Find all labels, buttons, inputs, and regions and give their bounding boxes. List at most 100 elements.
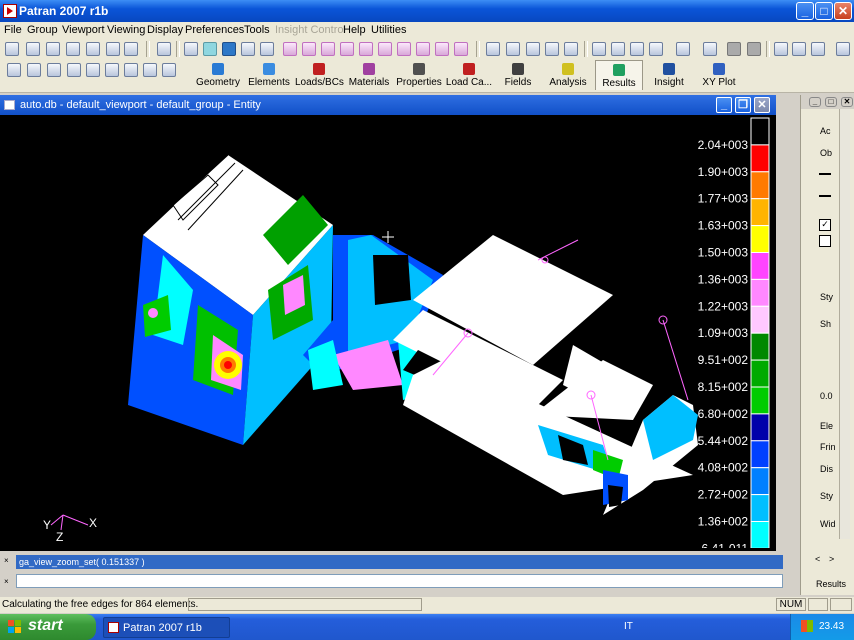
app-results[interactable]: Results: [595, 60, 643, 90]
rectangle-select-icon[interactable]: [792, 42, 806, 56]
shade-label: Sh: [820, 319, 832, 329]
panel-close-button[interactable]: ✕: [841, 97, 853, 107]
menu-help[interactable]: Help: [343, 24, 366, 36]
legend-label: 9.51+002: [698, 353, 749, 367]
home-view-icon[interactable]: [157, 42, 171, 56]
render-d-icon[interactable]: [649, 42, 663, 56]
zoom-out-icon[interactable]: [106, 42, 120, 56]
viewport-restore-button[interactable]: ❐: [735, 97, 751, 113]
app-xy-plot[interactable]: XY Plot: [695, 60, 743, 90]
polygon-select-icon[interactable]: [811, 42, 825, 56]
menu-tools[interactable]: Tools: [244, 24, 270, 36]
taskbar-item-patran[interactable]: Patran 2007 r1b: [103, 617, 230, 638]
app-geometry[interactable]: Geometry: [193, 60, 243, 90]
open-db-icon[interactable]: [27, 63, 41, 77]
show-labels-icon[interactable]: [260, 42, 274, 56]
legend-swatch: [750, 413, 770, 442]
element-label-icon[interactable]: [526, 42, 540, 56]
legend-swatch: [750, 278, 770, 307]
node-label-icon[interactable]: [506, 42, 520, 56]
legend-label: 2.04+003: [698, 138, 749, 152]
scroll-left-icon[interactable]: <: [815, 554, 820, 564]
gray-box-b-icon[interactable]: [747, 42, 761, 56]
width-label: Wid: [820, 519, 836, 529]
copy-icon[interactable]: [676, 42, 690, 56]
copy-to-clipboard-icon[interactable]: [86, 63, 100, 77]
app-load-cases[interactable]: Load Ca...: [445, 60, 493, 90]
app-materials-label: Materials: [348, 77, 390, 88]
flat-shaded-icon[interactable]: [241, 42, 255, 56]
view-refresh-icon[interactable]: [66, 42, 80, 56]
action-label: Ac: [820, 126, 831, 136]
legend-swatch: [750, 144, 770, 173]
menu-viewing[interactable]: Viewing: [107, 24, 145, 36]
checkbox-b[interactable]: [819, 235, 831, 247]
maximize-button[interactable]: □: [815, 2, 833, 20]
fields-icon: [512, 63, 524, 75]
panel-minimize-button[interactable]: _: [809, 97, 821, 107]
history-line[interactable]: ga_view_zoom_set( 0.151337 ): [16, 555, 783, 569]
menu-utilities[interactable]: Utilities: [371, 24, 406, 36]
graphics-canvas[interactable]: X Y Z 2.04+003 1.90+003 1.77+003 1.63+003 1.…: [3, 115, 773, 548]
panel-scrollbar[interactable]: [839, 109, 850, 539]
tray-app-icon[interactable]: [801, 620, 813, 632]
select-filter-icon[interactable]: [545, 42, 559, 56]
undo-icon[interactable]: [105, 63, 119, 77]
menu-preferences[interactable]: Preferences: [185, 24, 244, 36]
command-input[interactable]: [16, 574, 783, 588]
render-a-icon[interactable]: [592, 42, 606, 56]
cube-view-icon[interactable]: [836, 42, 850, 56]
patran-app-icon: [3, 4, 17, 18]
results-tab[interactable]: Results: [816, 579, 846, 589]
viewport-minimize-button[interactable]: _: [716, 97, 732, 113]
render-b-icon[interactable]: [611, 42, 625, 56]
scroll-right-icon[interactable]: >: [829, 554, 834, 564]
render-c-icon[interactable]: [630, 42, 644, 56]
rotate-view-icon[interactable]: [5, 42, 19, 56]
legend-swatch: [750, 171, 770, 200]
app-fields[interactable]: Fields: [495, 60, 541, 90]
spline-icon[interactable]: [703, 42, 717, 56]
insight-i-icon: [435, 42, 449, 56]
menu-viewport[interactable]: Viewport: [62, 24, 105, 36]
fit-view-icon[interactable]: [86, 42, 100, 56]
zoom-box-icon[interactable]: [46, 42, 60, 56]
legend-label: 8.15+002: [698, 380, 749, 394]
new-db-icon[interactable]: [7, 63, 21, 77]
refresh-graphics-icon[interactable]: [162, 63, 176, 77]
menu-insight-control: Insight Control: [275, 24, 346, 36]
window-title: Patran 2007 r1b: [19, 4, 109, 18]
abort-icon[interactable]: [124, 63, 138, 77]
zoom-in-icon[interactable]: [124, 42, 138, 56]
command-toggle-icon[interactable]: ×: [4, 577, 12, 586]
save-icon[interactable]: [47, 63, 61, 77]
arrow-select-icon[interactable]: [774, 42, 788, 56]
minimize-button[interactable]: _: [796, 2, 814, 20]
app-loads-bcs[interactable]: Loads/BCs: [295, 60, 344, 90]
checkbox-a[interactable]: ✓: [819, 219, 831, 231]
app-properties-label: Properties: [396, 77, 442, 88]
menu-group[interactable]: Group: [27, 24, 58, 36]
app-properties[interactable]: Properties: [395, 60, 443, 90]
app-materials[interactable]: Materials: [345, 60, 393, 90]
close-button[interactable]: ✕: [834, 2, 852, 20]
app-elements[interactable]: Elements: [245, 60, 293, 90]
app-analysis[interactable]: Analysis: [543, 60, 593, 90]
pick-entity-icon[interactable]: [486, 42, 500, 56]
language-indicator[interactable]: IT: [624, 621, 633, 632]
menu-display[interactable]: Display: [147, 24, 183, 36]
select-menu-icon[interactable]: [564, 42, 578, 56]
history-toggle-icon[interactable]: ×: [4, 556, 12, 565]
print-icon[interactable]: [67, 63, 81, 77]
panel-restore-button[interactable]: □: [825, 97, 837, 107]
menu-file[interactable]: File: [4, 24, 22, 36]
wireframe-icon[interactable]: [184, 42, 198, 56]
pan-icon[interactable]: [26, 42, 40, 56]
gray-box-a-icon[interactable]: [727, 42, 741, 56]
smooth-shaded-icon[interactable]: [222, 42, 236, 56]
hidden-line-icon[interactable]: [203, 42, 217, 56]
app-insight[interactable]: Insight: [645, 60, 693, 90]
viewport-close-button[interactable]: ✕: [754, 97, 770, 113]
reset-graphics-icon[interactable]: [143, 63, 157, 77]
start-button[interactable]: start: [0, 614, 96, 640]
